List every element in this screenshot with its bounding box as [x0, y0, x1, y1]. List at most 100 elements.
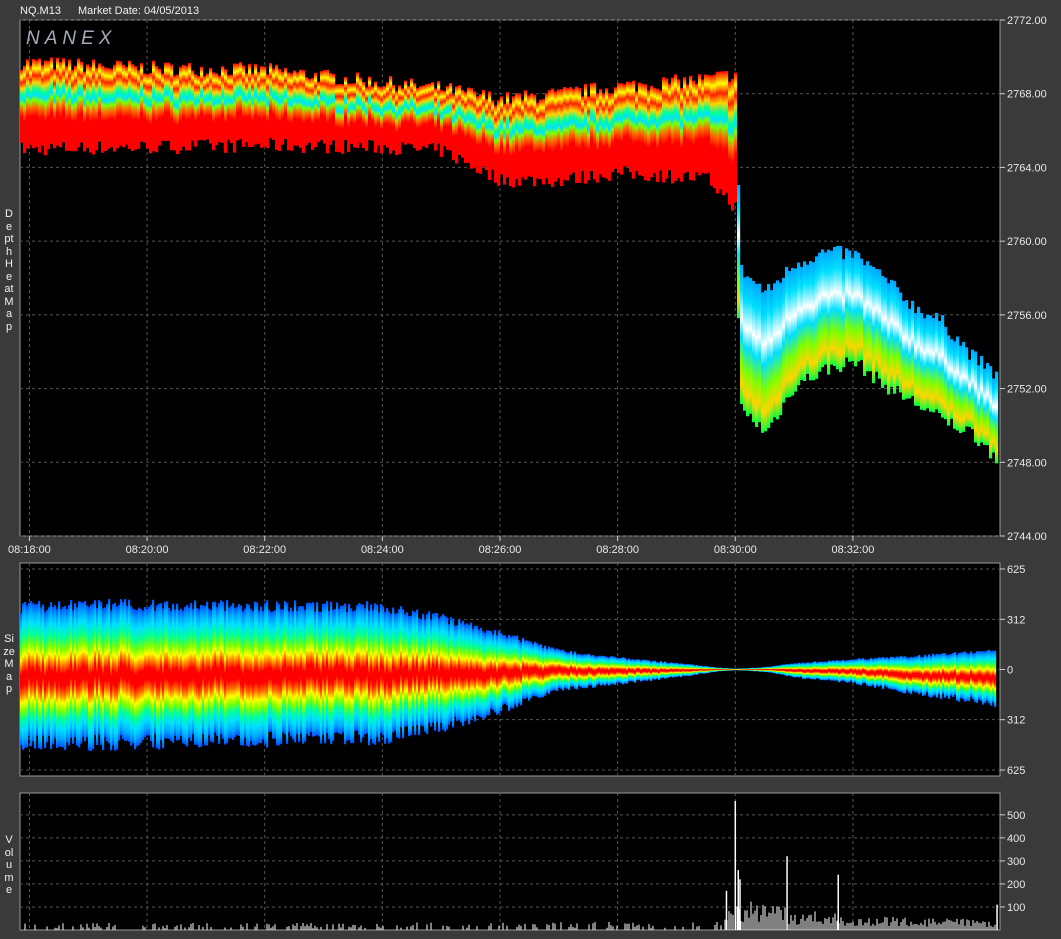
depth-heat-column [764, 290, 768, 432]
depth-heat-column [248, 63, 252, 148]
size-column [120, 599, 123, 736]
depth-heat-column [164, 62, 168, 142]
depth-heat-column [848, 250, 852, 362]
depth-heat-column [818, 252, 822, 372]
size-column [246, 603, 249, 746]
depth-heat-column [506, 92, 510, 178]
depth-heat-column [956, 336, 960, 431]
depth-heat-column [101, 65, 105, 153]
depth-heat-column [227, 74, 231, 140]
depth-heat-column [503, 103, 507, 185]
size-column [832, 660, 835, 681]
depth-y-tick-label: 2768.00 [1007, 89, 1047, 101]
depth-heat-column [974, 351, 978, 443]
depth-heat-column [488, 91, 492, 180]
size-column [392, 607, 395, 733]
size-column [596, 656, 599, 686]
size-column [752, 667, 755, 672]
size-column [314, 611, 317, 737]
depth-heat-column [116, 60, 120, 149]
depth-heat-column [626, 81, 630, 167]
depth-heat-column [845, 248, 849, 358]
size-column [502, 634, 505, 705]
depth-heat-column [410, 78, 414, 145]
depth-heat-column [650, 85, 654, 178]
size-column [380, 603, 383, 733]
depth-heat-column [251, 73, 255, 147]
size-column [112, 604, 115, 746]
size-column [696, 664, 699, 675]
depth-heat-column [851, 257, 855, 362]
size-column [908, 657, 911, 693]
depth-heat-column [278, 69, 282, 151]
size-column [706, 666, 709, 674]
size-column [426, 614, 429, 735]
size-column [948, 654, 951, 700]
size-column [516, 635, 519, 708]
size-column [510, 636, 513, 709]
size-column [484, 632, 487, 719]
depth-heat-column [311, 77, 315, 150]
depth-heat-column [383, 86, 387, 146]
size-column [414, 611, 417, 736]
depth-heat-column [218, 75, 222, 143]
size-column [344, 603, 347, 745]
depth-heat-column [32, 59, 36, 149]
size-column [94, 600, 97, 735]
size-y-tick-label: 0 [1007, 665, 1013, 677]
depth-heat-column [398, 85, 402, 155]
size-column [26, 605, 29, 748]
size-column [474, 625, 477, 722]
size-column [778, 665, 781, 674]
size-column [32, 603, 35, 742]
depth-y-tick-label: 2760.00 [1007, 236, 1047, 248]
depth-heat-column [737, 184, 741, 319]
size-column [816, 662, 819, 679]
depth-heat-column [152, 60, 156, 152]
size-column [276, 601, 279, 746]
size-column [282, 609, 285, 733]
size-column [464, 624, 467, 722]
size-column [60, 609, 63, 748]
size-column [866, 659, 869, 686]
size-column [928, 654, 931, 697]
size-column [438, 618, 441, 732]
depth-heat-column [341, 84, 345, 154]
depth-heat-column [770, 290, 774, 423]
depth-heat-column [329, 72, 333, 145]
depth-heat-column [404, 80, 408, 145]
size-column [334, 608, 337, 733]
size-column [562, 649, 565, 691]
depth-heat-column [347, 83, 351, 153]
depth-heat-column [839, 245, 843, 373]
size-column [666, 662, 669, 679]
size-column [726, 668, 729, 671]
depth-heat-column [623, 84, 627, 167]
size-column [634, 659, 637, 683]
size-column [992, 650, 995, 703]
size-column [962, 651, 965, 700]
size-column [824, 661, 827, 681]
depth-heat-column [548, 90, 552, 185]
size-column [412, 610, 415, 726]
size-column [912, 657, 915, 692]
size-y-tick-label: 625 [1007, 564, 1025, 576]
size-column [684, 664, 687, 677]
depth-heat-column [161, 73, 165, 141]
size-column [218, 603, 221, 744]
size-column [454, 625, 457, 718]
size-column [712, 666, 715, 673]
depth-heat-column [782, 277, 786, 403]
size-column [24, 602, 27, 748]
depth-heat-column [977, 365, 981, 447]
size-column [934, 654, 937, 696]
depth-heat-column [92, 59, 96, 155]
depth-heat-column [539, 99, 543, 180]
size-column [274, 610, 277, 739]
size-column [642, 659, 645, 681]
size-column [558, 649, 561, 688]
depth-heat-column [71, 69, 75, 152]
depth-heat-column [743, 277, 747, 411]
size-column [408, 615, 411, 737]
depth-heat-column [593, 82, 597, 180]
